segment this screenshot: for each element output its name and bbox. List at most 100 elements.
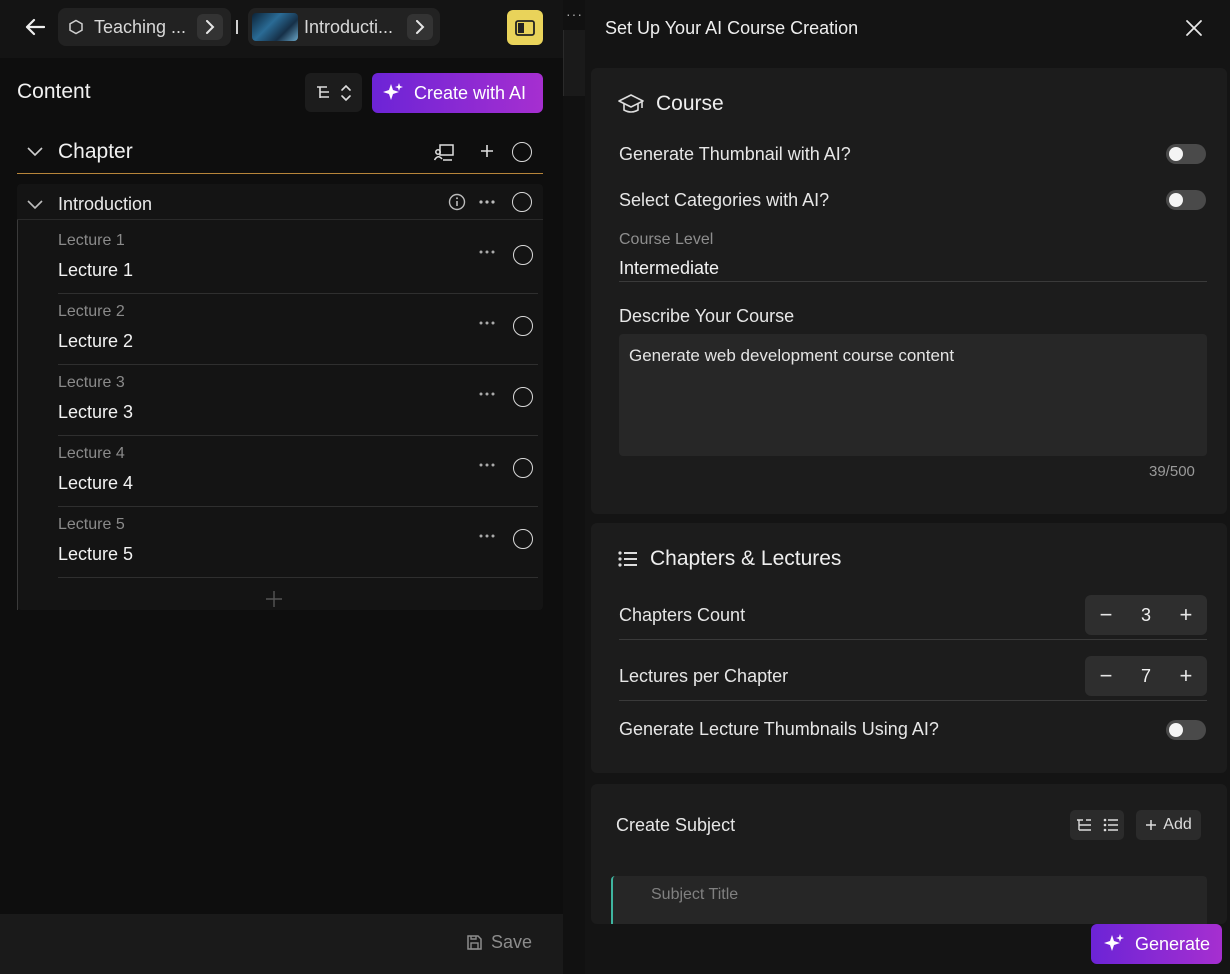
tree-line <box>17 220 18 610</box>
status-circle-icon[interactable] <box>513 387 533 407</box>
chapters-heading-label: Chapters & Lectures <box>650 547 842 570</box>
create-with-ai-label: Create with AI <box>414 82 527 103</box>
row-divider <box>619 639 1207 640</box>
lecture-subtitle: Lecture 4 <box>58 445 125 462</box>
view-toggle-group[interactable] <box>1070 810 1124 840</box>
course-level-select[interactable]: Intermediate <box>619 258 719 279</box>
tree-list-icon[interactable] <box>1076 818 1092 832</box>
plus-icon <box>1146 820 1157 830</box>
chevron-right-icon[interactable] <box>197 14 223 40</box>
lecture-row[interactable]: Lecture 2 Lecture 2 <box>58 303 538 365</box>
create-subject-heading: Create Subject <box>616 815 736 835</box>
categories-ai-label: Select Categories with AI? <box>619 190 830 210</box>
lecture-subtitle: Lecture 1 <box>58 232 125 249</box>
categories-ai-toggle[interactable] <box>1166 190 1206 210</box>
more-icon[interactable] <box>479 321 495 325</box>
plus-icon[interactable]: + <box>1177 663 1195 688</box>
describe-course-textarea[interactable]: Generate web development course content <box>619 334 1207 456</box>
lecture-title: Lecture 2 <box>58 331 134 351</box>
add-subject-button[interactable]: Add <box>1136 810 1201 840</box>
lecture-title: Lecture 3 <box>58 402 134 422</box>
breadcrumb-introduction[interactable]: Introducti... <box>248 8 440 46</box>
more-icon[interactable] <box>479 463 495 467</box>
hexagon-icon <box>69 19 83 35</box>
status-circle-icon[interactable] <box>513 245 533 265</box>
lecture-row[interactable]: Lecture 5 Lecture 5 <box>58 516 538 578</box>
lecture-subtitle: Lecture 3 <box>58 374 125 391</box>
lecture-subtitle: Lecture 5 <box>58 516 125 533</box>
status-circle-icon[interactable] <box>513 458 533 478</box>
subject-title-placeholder: Subject Title <box>651 886 739 903</box>
more-icon[interactable] <box>479 250 495 254</box>
close-icon[interactable] <box>1184 18 1204 38</box>
generate-button[interactable]: Generate <box>1091 924 1222 964</box>
lecture-row[interactable]: Lecture 1 Lecture 1 <box>58 232 538 294</box>
view-sort-select[interactable] <box>305 73 362 112</box>
list-icon <box>618 551 637 567</box>
chevron-down-icon[interactable] <box>27 200 43 210</box>
chevron-down-icon[interactable] <box>27 147 43 157</box>
lecture-title: Lecture 1 <box>58 260 134 280</box>
lecture-thumbnails-ai-toggle[interactable] <box>1166 720 1206 740</box>
content-panel: Teaching ... Introducti... Content Creat… <box>0 0 563 974</box>
status-circle-icon[interactable] <box>512 192 532 212</box>
top-bar: Teaching ... Introducti... <box>0 0 563 58</box>
chapters-count-value: 3 <box>1140 604 1151 625</box>
panel-toggle-button[interactable] <box>507 10 543 45</box>
add-label: Add <box>1163 816 1192 833</box>
graduation-cap-icon <box>618 94 644 113</box>
chevron-up-down-icon <box>341 84 352 101</box>
section-row-introduction[interactable]: Introduction <box>17 184 543 220</box>
ai-setup-panel: Set Up Your AI Course Creation Course Ge… <box>585 0 1230 974</box>
panel-divider[interactable]: ··· <box>563 0 585 974</box>
chapters-heading: Chapters & Lectures <box>618 547 841 571</box>
content-title: Content <box>17 80 91 103</box>
lecture-title: Lecture 5 <box>58 544 134 564</box>
lectures-per-chapter-label: Lectures per Chapter <box>619 666 789 686</box>
list-icon[interactable] <box>1103 818 1119 832</box>
status-circle-icon[interactable] <box>513 316 533 336</box>
course-thumbnail <box>252 13 298 41</box>
create-with-ai-button[interactable]: Create with AI <box>372 73 543 113</box>
more-icon[interactable] <box>479 200 495 204</box>
minus-icon[interactable]: − <box>1097 663 1115 688</box>
add-lecture-plus-icon[interactable] <box>265 590 283 608</box>
thumbnail-ai-toggle[interactable] <box>1166 144 1206 164</box>
teacher-board-icon[interactable] <box>434 143 454 161</box>
plus-icon[interactable] <box>480 144 494 158</box>
lecture-subtitle: Lecture 2 <box>58 303 125 320</box>
breadcrumb-label: Introducti... <box>304 16 394 37</box>
more-icon[interactable] <box>479 392 495 396</box>
breadcrumb-separator <box>236 20 238 34</box>
sparkles-icon <box>1104 934 1124 951</box>
subject-title-field[interactable]: Subject Title <box>611 876 1207 924</box>
describe-course-label: Describe Your Course <box>619 306 795 326</box>
lecture-row[interactable]: Lecture 3 Lecture 3 <box>58 374 538 436</box>
lectures-per-chapter-stepper[interactable]: − 7 + <box>1085 656 1207 696</box>
save-button[interactable]: Save <box>466 932 532 953</box>
chevron-right-icon[interactable] <box>407 14 433 40</box>
bottom-bar: Save <box>0 914 563 974</box>
minus-icon[interactable]: − <box>1097 602 1115 627</box>
course-level-label: Course Level <box>619 231 714 248</box>
chapter-row[interactable]: Chapter <box>17 130 543 174</box>
chapters-count-stepper[interactable]: − 3 + <box>1085 595 1207 635</box>
chapters-count-label: Chapters Count <box>619 605 746 625</box>
tree-list-icon <box>316 85 329 98</box>
section-label: Introduction <box>58 194 153 214</box>
more-horizontal-icon[interactable]: ··· <box>566 6 583 22</box>
more-icon[interactable] <box>479 534 495 538</box>
info-icon[interactable] <box>448 193 466 211</box>
lecture-title: Lecture 4 <box>58 473 134 493</box>
status-circle-icon[interactable] <box>512 142 532 162</box>
chapter-list: Introduction Lecture 1 Lecture 1 Lecture… <box>17 184 543 610</box>
plus-icon[interactable]: + <box>1177 602 1195 627</box>
status-circle-icon[interactable] <box>513 529 533 549</box>
course-heading: Course <box>618 92 724 116</box>
generate-label: Generate <box>1135 933 1211 954</box>
back-button[interactable] <box>20 14 50 40</box>
chapter-label: Chapter <box>58 140 133 163</box>
char-counter: 39/500 <box>1149 463 1195 480</box>
lecture-row[interactable]: Lecture 4 Lecture 4 <box>58 445 538 507</box>
breadcrumb-teaching[interactable]: Teaching ... <box>58 8 231 46</box>
